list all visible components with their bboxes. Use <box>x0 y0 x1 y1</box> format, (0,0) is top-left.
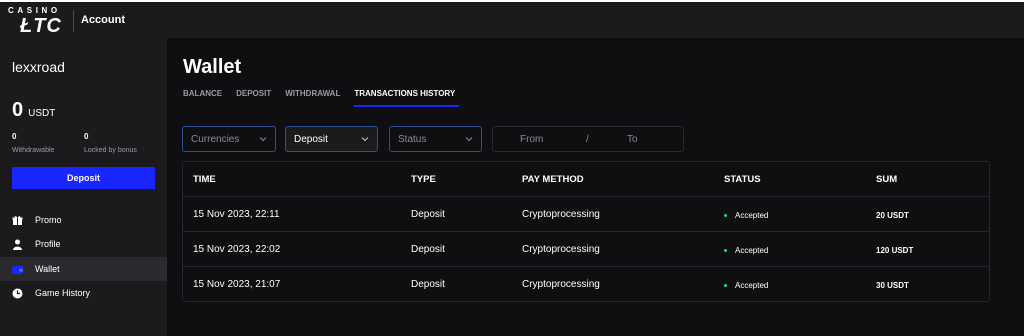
row-type: Deposit <box>411 209 445 220</box>
sidebar-item-label: Wallet <box>35 264 60 274</box>
withdrawable-label: Withdrawable <box>12 147 55 154</box>
sidebar-item-label: Game History <box>35 288 91 298</box>
logo-caption: CASINO <box>8 6 61 15</box>
status-text: Accepted <box>735 281 769 290</box>
date-to[interactable]: To <box>627 134 638 145</box>
row-status: Accepted <box>724 211 768 220</box>
row-pay-method: Cryptoprocessing <box>522 244 600 255</box>
tab-withdrawal[interactable]: WITHDRAWAL <box>285 89 340 107</box>
header-divider <box>73 10 74 32</box>
status-dot-icon <box>724 249 727 252</box>
user-icon <box>12 239 23 250</box>
row-time: 15 Nov 2023, 22:02 <box>193 244 281 255</box>
sidebar-item-promo[interactable]: Promo <box>0 208 167 232</box>
row-status: Accepted <box>724 246 768 255</box>
balance-amount: 0 <box>12 99 24 121</box>
main-content: Wallet BALANCE DEPOSIT WITHDRAWAL TRANSA… <box>167 38 1024 336</box>
table-row: 15 Nov 2023, 22:02 Deposit Cryptoprocess… <box>183 232 989 267</box>
date-from[interactable]: From <box>520 134 543 145</box>
chevron-down-icon <box>465 137 473 142</box>
type-select[interactable]: Deposit <box>285 126 378 152</box>
row-sum: 20 USDT <box>876 211 909 220</box>
logo-wordmark: ŁTC <box>20 15 62 37</box>
deposit-button[interactable]: Deposit <box>12 167 155 189</box>
balance-currency: USDT <box>28 108 56 119</box>
column-header-pay-method: PAY METHOD <box>522 174 584 185</box>
withdrawable-value: 0 <box>12 132 17 141</box>
table-row: 15 Nov 2023, 21:07 Deposit Cryptoprocess… <box>183 267 989 302</box>
chevron-down-icon <box>259 137 267 142</box>
username: lexxroad <box>12 59 65 75</box>
status-text: Accepted <box>735 211 769 220</box>
sidebar-item-label: Profile <box>35 239 61 249</box>
type-selected-value: Deposit <box>294 133 328 145</box>
transactions-table: TIME TYPE PAY METHOD STATUS SUM 15 Nov 2… <box>182 161 990 302</box>
table-row: 15 Nov 2023, 22:11 Deposit Cryptoprocess… <box>183 197 989 232</box>
currencies-select[interactable]: Currencies <box>182 126 276 152</box>
tab-transactions-history[interactable]: TRANSACTIONS HISTORY <box>354 89 460 107</box>
column-header-type: TYPE <box>411 174 436 185</box>
sidebar: lexxroad 0 USDT 0 Withdrawable 0 Locked … <box>0 38 167 336</box>
status-dot-icon <box>724 284 727 287</box>
withdrawable-stat: 0 Withdrawable <box>12 132 54 154</box>
wallet-tabs: BALANCE DEPOSIT WITHDRAWAL TRANSACTIONS … <box>183 89 473 107</box>
column-header-sum: SUM <box>876 174 898 185</box>
date-range-input[interactable]: From / To <box>492 126 684 152</box>
sidebar-item-profile[interactable]: Profile <box>0 232 167 256</box>
wallet-icon <box>12 264 23 275</box>
locked-value: 0 <box>84 132 89 141</box>
row-sum: 30 USDT <box>876 281 909 290</box>
row-status: Accepted <box>724 281 768 290</box>
row-time: 15 Nov 2023, 21:07 <box>193 279 281 290</box>
status-select[interactable]: Status <box>389 126 482 152</box>
date-separator: / <box>586 134 589 145</box>
row-time: 15 Nov 2023, 22:11 <box>193 209 280 220</box>
row-type: Deposit <box>411 279 445 290</box>
clock-icon <box>12 288 23 299</box>
locked-label: Locked by bonus <box>84 147 137 154</box>
status-text: Accepted <box>735 246 769 255</box>
page-title: Wallet <box>183 56 242 78</box>
column-header-status: STATUS <box>724 174 761 185</box>
status-dot-icon <box>724 214 727 217</box>
sidebar-item-label: Promo <box>35 215 62 225</box>
currencies-placeholder: Currencies <box>191 133 240 145</box>
tab-balance[interactable]: BALANCE <box>183 89 222 107</box>
table-header-row: TIME TYPE PAY METHOD STATUS SUM <box>183 162 989 197</box>
sidebar-item-game-history[interactable]: Game History <box>0 281 167 305</box>
top-bar: CASINO ŁTC Account <box>0 0 1024 38</box>
header-title: Account <box>81 14 125 26</box>
locked-stat: 0 Locked by bonus <box>84 132 137 154</box>
status-placeholder: Status <box>398 133 427 145</box>
row-pay-method: Cryptoprocessing <box>522 279 600 290</box>
tab-deposit[interactable]: DEPOSIT <box>236 89 271 107</box>
row-sum: 120 USDT <box>876 246 914 255</box>
chevron-down-icon <box>361 137 369 142</box>
row-pay-method: Cryptoprocessing <box>522 209 600 220</box>
column-header-time: TIME <box>193 174 216 185</box>
casino-ltc-logo[interactable]: CASINO ŁTC <box>6 5 70 37</box>
balance: 0 USDT <box>12 99 55 122</box>
row-type: Deposit <box>411 244 445 255</box>
sidebar-item-wallet[interactable]: Wallet <box>0 257 167 281</box>
gift-icon <box>12 215 23 226</box>
